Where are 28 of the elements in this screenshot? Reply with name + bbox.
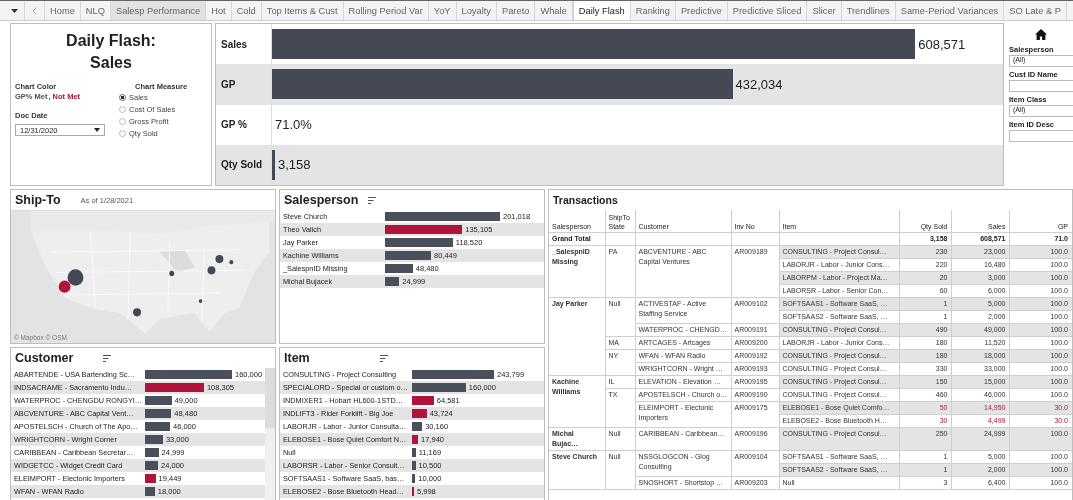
home-icon[interactable] (1035, 29, 1047, 40)
panel-title: Customer (15, 351, 74, 365)
kpi-label: Qty Sold (220, 159, 264, 171)
back-icon (32, 6, 37, 15)
kpi-label: GP % (220, 119, 248, 131)
kpi-value: 432,034 (735, 76, 783, 92)
kpi-value: 71.0% (275, 117, 312, 133)
kpi-value: 3,158 (277, 157, 311, 173)
kpi-value: 608,571 (918, 36, 966, 52)
radio-button[interactable] (119, 93, 126, 101)
scrollbar[interactable] (265, 368, 275, 500)
dashboard-title: Daily Flash: Sales (65, 31, 157, 73)
tab[interactable]: Daily Flash (572, 1, 631, 20)
sort-icon[interactable] (379, 354, 388, 362)
scrollbar-thumb[interactable] (265, 368, 275, 428)
caret-icon (94, 128, 100, 132)
kpi-label: GP (220, 78, 237, 90)
panel-title: Item (284, 351, 310, 365)
tab[interactable]: Salesp Performance (110, 1, 207, 20)
filter-field[interactable] (1009, 80, 1073, 92)
panel-title: Salesperson (284, 193, 359, 207)
panel-title: Transactions (553, 194, 618, 206)
sort-icon[interactable] (103, 354, 112, 362)
kpi-label: Sales (220, 38, 249, 50)
filter-field[interactable] (1009, 130, 1073, 142)
caret-icon (11, 8, 18, 13)
sort-icon[interactable] (368, 196, 377, 204)
panel-title: Ship-To (15, 193, 61, 207)
